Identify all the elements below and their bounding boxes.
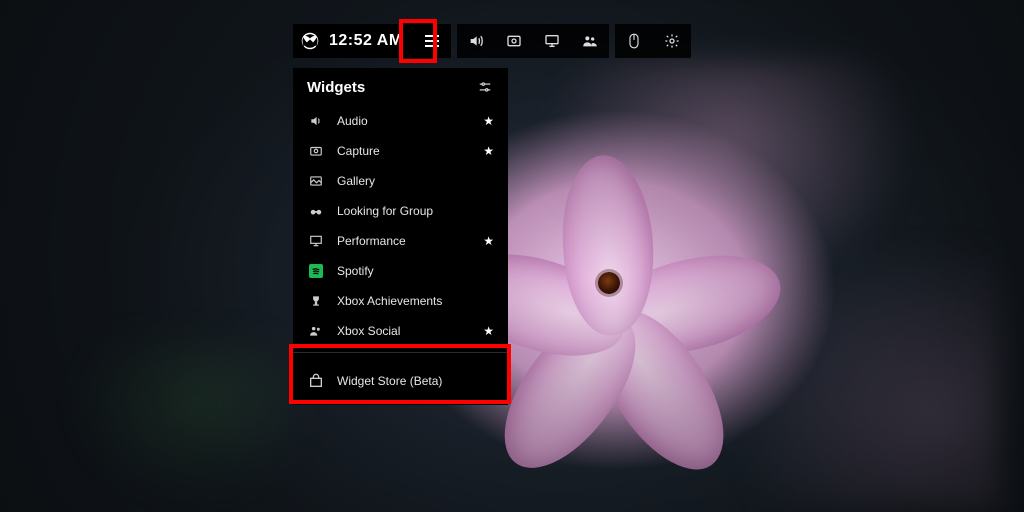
monitor-icon	[307, 234, 325, 248]
speaker-icon	[307, 114, 325, 128]
game-bar: 12:52 AM	[293, 24, 691, 58]
widgets-panel: Widgets Audio ★ Capture ★ Gallery	[293, 68, 508, 405]
performance-button[interactable]	[533, 24, 571, 58]
gallery-icon	[307, 174, 325, 188]
people-icon	[307, 324, 325, 338]
wallpaper-flower-center	[598, 272, 620, 294]
widget-item-achievements[interactable]: Xbox Achievements	[293, 286, 508, 316]
clock-label: 12:52 AM	[329, 32, 403, 50]
hamburger-icon	[424, 34, 440, 48]
social-button[interactable]	[571, 24, 609, 58]
spotify-icon	[307, 264, 325, 278]
widget-item-store[interactable]: Widget Store (Beta)	[293, 352, 508, 401]
widget-item-label: Capture	[337, 144, 480, 158]
mouse-icon	[627, 33, 641, 49]
speaker-icon	[468, 33, 484, 49]
widget-item-performance[interactable]: Performance ★	[293, 226, 508, 256]
binoculars-icon	[307, 204, 325, 218]
gear-icon	[664, 33, 680, 49]
pin-star-icon[interactable]: ★	[480, 144, 494, 158]
game-bar-icon-strip	[457, 24, 609, 58]
game-bar-right-segment	[615, 24, 691, 58]
pin-star-icon[interactable]: ★	[480, 114, 494, 128]
widget-item-label: Spotify	[337, 264, 480, 278]
game-bar-left-segment: 12:52 AM	[293, 24, 413, 58]
monitor-icon	[544, 33, 560, 49]
widgets-header: Widgets	[293, 74, 508, 106]
widget-item-label: Gallery	[337, 174, 480, 188]
widget-item-spotify[interactable]: Spotify	[293, 256, 508, 286]
widget-item-label: Performance	[337, 234, 480, 248]
widgets-title: Widgets	[307, 79, 365, 96]
capture-icon	[506, 33, 522, 49]
widget-item-label: Xbox Achievements	[337, 294, 480, 308]
wallpaper-leaf	[40, 340, 300, 500]
widget-item-social[interactable]: Xbox Social ★	[293, 316, 508, 346]
widgets-options-button[interactable]	[476, 78, 494, 96]
widget-item-lfg[interactable]: Looking for Group	[293, 196, 508, 226]
camera-icon	[307, 144, 325, 158]
xbox-icon[interactable]	[301, 32, 319, 50]
widget-item-label: Xbox Social	[337, 324, 480, 338]
store-icon	[307, 373, 325, 389]
audio-button[interactable]	[457, 24, 495, 58]
widgets-menu-button[interactable]	[413, 24, 451, 58]
pin-star-icon[interactable]: ★	[480, 234, 494, 248]
widget-item-label: Audio	[337, 114, 480, 128]
settings-button[interactable]	[653, 24, 691, 58]
widget-item-capture[interactable]: Capture ★	[293, 136, 508, 166]
capture-button[interactable]	[495, 24, 533, 58]
sliders-icon	[478, 80, 492, 94]
mouse-passthrough-button[interactable]	[615, 24, 653, 58]
widget-item-gallery[interactable]: Gallery	[293, 166, 508, 196]
widget-item-label: Looking for Group	[337, 204, 480, 218]
pin-star-icon[interactable]: ★	[480, 324, 494, 338]
widget-item-audio[interactable]: Audio ★	[293, 106, 508, 136]
people-icon	[582, 33, 598, 49]
widget-item-label: Widget Store (Beta)	[337, 374, 480, 388]
trophy-icon	[307, 294, 325, 308]
